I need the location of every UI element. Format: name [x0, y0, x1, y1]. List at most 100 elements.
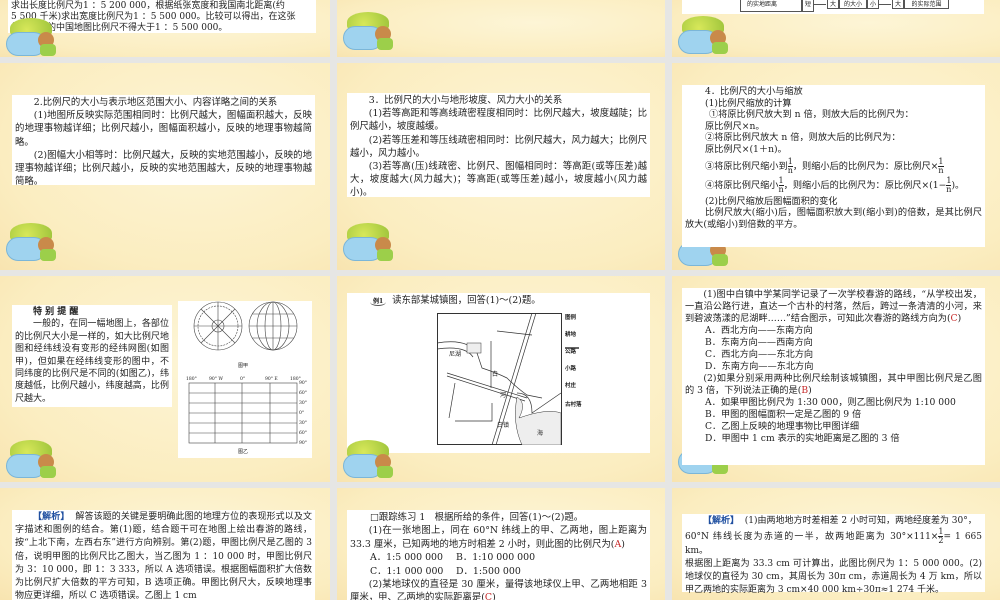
example-badge: 例1 — [370, 298, 387, 306]
paragraph: (1)地图所反映实际范围相同时：比例尺越大，图幅面积越大，反映的地理事物越详细；… — [15, 110, 312, 148]
axis-label: 30° — [299, 401, 307, 406]
answer: B — [801, 385, 809, 396]
option: A．1:5 000 000 — [370, 552, 443, 564]
option: A．西北方向——东南方向 — [705, 325, 813, 336]
mascot-decoration — [343, 440, 401, 482]
section-title: 4．比例尺的大小与缩放 — [705, 86, 803, 97]
slide-text: 3．比例尺的大小与地形坡度、风力大小的关系 (1)若等高距和等高线疏密程度相同时… — [347, 93, 650, 199]
option: A．如果甲图比例尺为 1:30 000，则乙图比例尺为 1:10 000 — [705, 397, 956, 408]
axis-label: 60° — [299, 391, 307, 396]
axis-label: 90° W — [209, 377, 224, 382]
slide-text: 【解析】 (1)由两地地方时差相差 2 小时可知，两地经度差为 30°， 60°… — [682, 514, 985, 595]
slide-thumbnail[interactable]: 4．比例尺的大小与缩放 (1)比例尺缩放的计算 ①将原比例尺放大到 n 倍，则放… — [672, 63, 1000, 270]
text: ，则缩小后的比例尺为：原比例尺× — [792, 160, 939, 172]
section-title: 特 别 提 醒 — [33, 307, 79, 317]
paragraph: 一般的，在同一幅地图上，各部位的比例尺大小是一样的，如大比例尺地图和经纬线没有变… — [15, 319, 169, 404]
slide-thumbnail[interactable]: 3．比例尺的大小与地形坡度、风力大小的关系 (1)若等高距和等高线疏密程度相同时… — [337, 63, 665, 270]
paragraph: (2)若等压差和等压线疏密相同时：比例尺越大，风力越大；比例尺越小，风力越小。 — [350, 134, 647, 159]
option: D．1:500 000 — [456, 565, 521, 577]
slide-thumbnail[interactable]: 【解析】 (1)由两地地方时差相差 2 小时可知，两地经度差为 30°， 60°… — [672, 488, 1000, 600]
text-line: 原比例尺×n。 — [705, 120, 765, 132]
text: ③将原比例尺缩小到 — [705, 160, 788, 172]
paragraph: (3)若等高(压)线疏密、比例尺、图幅相同时：等高距(或等压差)越大，坡度越大(… — [350, 161, 647, 199]
option: B．甲图的图幅面积一定是乙图的 9 倍 — [705, 409, 862, 420]
question-text: (1)图中白镇中学某同学记录了一次学校春游的路线，“从学校出发，一直沿公路行进，… — [685, 289, 982, 324]
slide-thumbnail[interactable]: □跟踪练习 1 根据所给的条件，回答(1)～(2)题。 (1)在一张地图上，同在… — [337, 488, 665, 600]
legend-swatch — [565, 339, 579, 349]
legend-swatch — [565, 373, 589, 383]
mascot-decoration — [6, 223, 64, 265]
axis-label: 180° — [186, 377, 197, 382]
diagram-box: 小 — [867, 0, 879, 9]
slide-thumbnail[interactable]: (1)图中白镇中学某同学记录了一次学校春游的路线，“从学校出发，一直沿公路行进，… — [672, 276, 1000, 482]
slide-text: 【解析】 解答该题的关键是要明确此图的地理方位的表现形式以及文字描述和图例的结合… — [12, 510, 315, 600]
diagram-box: 的实地距离 — [740, 0, 802, 12]
section-title: 2.比例尺的大小与表示地区范围大小、内容详略之间的关系 — [33, 97, 278, 108]
text: )。 — [951, 179, 965, 191]
figure-caption: 图乙 — [238, 449, 249, 455]
option-row: C．1:1 000 000 D．1:500 000 — [350, 565, 647, 578]
legend-item: 耕地 — [565, 332, 577, 338]
text: ，则缩小后的比例尺为：原比例尺×(1− — [783, 179, 947, 191]
mascot-decoration — [343, 12, 401, 54]
axis-label: 0° — [299, 411, 305, 416]
map-label: 白镇 — [497, 422, 510, 429]
diagram-box: 大 — [827, 0, 839, 9]
analysis-tag: 【解析】 — [33, 512, 70, 522]
slide-thumbnail[interactable]: 的实地距离 短 大 的大小 小 大 的实际范围 — [672, 0, 1000, 57]
analysis-text: 解答该题的关键是要明确此图的地理方位的表现形式以及文字描述和图例的结合。第(1)… — [15, 512, 312, 600]
question: (2)某地球仪的直径是 30 厘米，量得该地球仪上甲、乙两地相距 3 厘米，甲、… — [350, 578, 647, 600]
mascot-decoration — [678, 16, 736, 57]
map-label: 河 — [500, 392, 507, 399]
analysis: 【解析】 解答该题的关键是要明确此图的地理方位的表现形式以及文字描述和图例的结合… — [15, 511, 312, 600]
analysis-line: 60°N 纬线长度为赤道的一半，故两地距离为 30°×111× 1 2 = 1 665… — [685, 528, 982, 558]
diagram-box: 大 — [892, 0, 904, 9]
slide-thumbnail[interactable]: 求出长度比例尺为1 ：5 200 000，根据纸张宽度和我国南北距离(约 5 5… — [0, 0, 330, 57]
axis-label: 90° — [299, 441, 307, 446]
text-line: ③将原比例尺缩小到 1 n ，则缩小后的比例尺为：原比例尺× 1 n — [685, 157, 982, 175]
mascot-decoration — [6, 440, 64, 482]
option-row: A．1:5 000 000 B．1:10 000 000 — [350, 551, 647, 564]
exercise-title: □跟踪练习 1 根据所给的条件，回答(1)～(2)题。 — [370, 512, 584, 523]
graticule-figure: 图甲 180° 90° W 0° 90° E 180° 90° 60° 30° … — [178, 301, 312, 458]
analysis-tag: 【解析】 — [703, 516, 740, 526]
slide-thumbnail[interactable]: 2.比例尺的大小与表示地区范围大小、内容详略之间的关系 (1)地图所反映实际范围… — [0, 63, 330, 270]
option: C．乙图上反映的地理事物比甲图详细 — [705, 421, 860, 432]
diagram-box: 的大小 — [839, 0, 867, 9]
question-text: 读东部某城镇图，回答(1)～(2)题。 — [392, 295, 541, 306]
map-legend: 图例 耕地 公路 小路 村庄 古村落 — [565, 315, 589, 409]
question: (1)图中白镇中学某同学记录了一次学校春游的路线，“从学校出发，一直沿公路行进，… — [685, 289, 982, 324]
figure-caption: 图甲 — [238, 363, 249, 369]
question: (1)在一张地图上，同在 60°N 纬线上的甲、乙两地，图上距离为 33.3 厘… — [350, 525, 647, 550]
answer: A — [614, 538, 622, 550]
text-line: ④将原比例尺缩小 1 n ，则缩小后的比例尺为：原比例尺×(1− 1 n)。 — [685, 176, 982, 194]
axis-label: 60° — [299, 431, 307, 436]
axis-label: 30° — [299, 421, 307, 426]
slide-text: 例1 读东部某城镇图，回答(1)～(2)题。 尼湖 白 河 白镇 海 图例 耕地… — [347, 293, 650, 453]
slide-thumbnail[interactable]: 特 别 提 醒 一般的，在同一幅地图上，各部位的比例尺大小是一样的，如大比例尺地… — [0, 276, 330, 482]
answer: C — [950, 313, 958, 324]
slide-thumbnail[interactable] — [337, 0, 665, 57]
legend-item: 小路 — [565, 366, 577, 372]
question: (2)如果分别采用两种比例尺绘制该城镇图，其中甲图比例尺是乙图的 3 倍，下列说… — [685, 373, 982, 396]
legend-title: 图例 — [565, 315, 577, 321]
legend-swatch — [565, 390, 589, 402]
slide-thumbnail[interactable]: 【解析】 解答该题的关键是要明确此图的地理方位的表现形式以及文字描述和图例的结合… — [0, 488, 330, 600]
diagram-box: 的实际范围 — [904, 0, 949, 9]
slide-text: 特 别 提 醒 一般的，在同一幅地图上，各部位的比例尺大小是一样的，如大比例尺地… — [12, 305, 172, 407]
slide-thumbnail[interactable]: 例1 读东部某城镇图，回答(1)～(2)题。 尼湖 白 河 白镇 海 图例 耕地… — [337, 276, 665, 482]
text: ④将原比例尺缩小 — [705, 179, 779, 191]
text-line: 原比例尺×(1＋n)。 — [705, 143, 787, 155]
text-line: ②将原比例尺放大 n 倍，则放大后的比例尺为： — [705, 132, 901, 144]
option: C．1:1 000 000 — [370, 565, 444, 577]
subheading: (1)比例尺缩放的计算 — [705, 97, 792, 109]
axis-label: 90° E — [265, 377, 278, 382]
map-label: 海 — [537, 430, 544, 437]
arrow — [814, 4, 826, 5]
mascot-decoration — [6, 18, 64, 57]
question-header: 例1 读东部某城镇图，回答(1)～(2)题。 — [350, 294, 647, 308]
answer: C — [484, 592, 493, 600]
slide-text: 2.比例尺的大小与表示地区范围大小、内容详略之间的关系 (1)地图所反映实际范围… — [12, 95, 315, 187]
legend-item: 村庄 — [565, 383, 577, 389]
legend-item: 古村落 — [565, 402, 582, 408]
